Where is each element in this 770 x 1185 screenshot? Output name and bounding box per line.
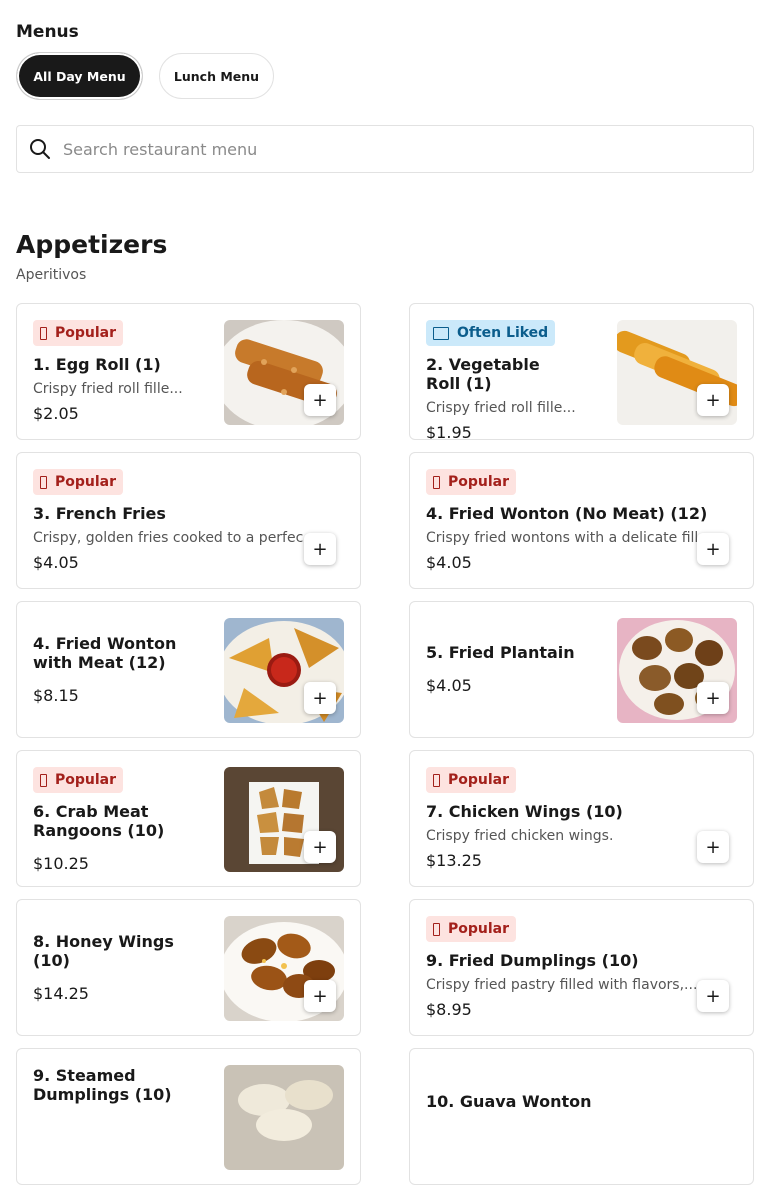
search-input[interactable] xyxy=(61,138,705,160)
add-item-button[interactable]: + xyxy=(697,980,729,1012)
item-price: $1.95 xyxy=(426,423,472,440)
badge-label: Popular xyxy=(448,474,510,490)
menu-item-card[interactable]: Popular 3. French Fries Crispy, golden f… xyxy=(16,452,361,589)
add-item-button[interactable]: + xyxy=(697,682,729,714)
phone-icon xyxy=(40,773,47,787)
item-name: 7. Chicken Wings (10) xyxy=(426,802,623,821)
menu-item-card[interactable]: 10. Guava Wonton xyxy=(409,1048,754,1185)
menu-item-card[interactable]: Popular 4. Fried Wonton (No Meat) (12) C… xyxy=(409,452,754,589)
add-item-button[interactable]: + xyxy=(304,682,336,714)
item-price: $4.05 xyxy=(33,553,79,572)
item-price: $14.25 xyxy=(33,983,89,1003)
add-item-button[interactable]: + xyxy=(304,384,336,416)
add-item-button[interactable]: + xyxy=(304,980,336,1012)
item-price: $4.05 xyxy=(426,553,472,572)
menu-item-card[interactable]: 5. Fried Plantain $4.05 + xyxy=(409,601,754,738)
add-item-button[interactable]: + xyxy=(304,831,336,863)
item-description: Crispy, golden fries cooked to a perfec xyxy=(33,530,304,546)
search-icon xyxy=(30,139,50,159)
popular-badge: Popular xyxy=(426,916,517,942)
item-name: 9. Steamed Dumplings (10) xyxy=(33,1066,172,1104)
item-price: $13.25 xyxy=(426,851,482,870)
add-item-button[interactable]: + xyxy=(697,384,729,416)
section-title: Appetizers xyxy=(16,230,168,259)
menu-item-card[interactable]: 8. Honey Wings (10) $14.25 + xyxy=(16,899,361,1036)
item-description: Crispy fried roll fille... xyxy=(426,400,576,416)
item-description: Crispy fried pastry filled with flavors,… xyxy=(426,977,698,993)
item-name: 1. Egg Roll (1) xyxy=(33,355,161,374)
item-price: $8.95 xyxy=(426,1000,472,1019)
steamed-dumplings-photo xyxy=(224,1065,344,1170)
often-liked-badge: Often Liked xyxy=(426,320,556,346)
item-name: 2. Vegetable Roll (1) xyxy=(426,355,540,393)
menu-item-card[interactable]: 9. Steamed Dumplings (10) xyxy=(16,1048,361,1185)
menu-item-card[interactable]: Popular 1. Egg Roll (1) Crispy fried rol… xyxy=(16,303,361,440)
item-price: $2.05 xyxy=(33,404,79,423)
item-price: $8.15 xyxy=(33,685,79,705)
menu-item-card[interactable]: Popular 9. Fried Dumplings (10) Crispy f… xyxy=(409,899,754,1036)
badge-label: Popular xyxy=(448,772,510,788)
phone-icon xyxy=(433,773,440,787)
item-name: 6. Crab Meat Rangoons (10) xyxy=(33,802,165,840)
menu-item-card[interactable]: Popular 6. Crab Meat Rangoons (10) $10.2… xyxy=(16,750,361,887)
item-price: $4.05 xyxy=(426,676,472,695)
thumbs-up-icon xyxy=(433,326,449,340)
badge-label: Popular xyxy=(55,325,117,341)
phone-icon xyxy=(433,922,440,936)
item-price: $10.25 xyxy=(33,854,89,873)
tab-lunch-menu[interactable]: Lunch Menu xyxy=(159,53,274,99)
item-description: Crispy fried wontons with a delicate fil… xyxy=(426,530,699,546)
item-name: 4. Fried Wonton with Meat (12) xyxy=(33,633,177,672)
menu-item-card[interactable]: 4. Fried Wonton with Meat (12) $8.15 + xyxy=(16,601,361,738)
item-name: 9. Fried Dumplings (10) xyxy=(426,951,639,970)
popular-badge: Popular xyxy=(33,767,124,793)
badge-label: Popular xyxy=(55,772,117,788)
badge-label: Popular xyxy=(448,921,510,937)
popular-badge: Popular xyxy=(33,469,124,495)
item-name: 4. Fried Wonton (No Meat) (12) xyxy=(426,504,708,523)
add-item-button[interactable]: + xyxy=(697,831,729,863)
item-name: 5. Fried Plantain xyxy=(426,643,575,662)
popular-badge: Popular xyxy=(426,469,517,495)
add-item-button[interactable]: + xyxy=(697,533,729,565)
menu-search-bar[interactable] xyxy=(16,125,754,173)
item-name: 8. Honey Wings (10) xyxy=(33,931,174,970)
item-description: Crispy fried chicken wings. xyxy=(426,828,614,844)
section-subtitle: Aperitivos xyxy=(16,267,87,283)
menus-heading: Menus xyxy=(16,22,79,42)
add-item-button[interactable]: + xyxy=(304,533,336,565)
popular-badge: Popular xyxy=(33,320,124,346)
phone-icon xyxy=(433,475,440,489)
phone-icon xyxy=(40,475,47,489)
menu-item-card[interactable]: Popular 7. Chicken Wings (10) Crispy fri… xyxy=(409,750,754,887)
popular-badge: Popular xyxy=(426,767,517,793)
badge-label: Often Liked xyxy=(457,325,549,341)
item-name: 3. French Fries xyxy=(33,504,166,523)
item-name: 10. Guava Wonton xyxy=(426,1092,592,1111)
tab-all-day-menu[interactable]: All Day Menu xyxy=(17,53,142,99)
menu-item-card[interactable]: Often Liked 2. Vegetable Roll (1) Crispy… xyxy=(409,303,754,440)
badge-label: Popular xyxy=(55,474,117,490)
phone-icon xyxy=(40,326,47,340)
item-description: Crispy fried roll fille... xyxy=(33,381,183,397)
